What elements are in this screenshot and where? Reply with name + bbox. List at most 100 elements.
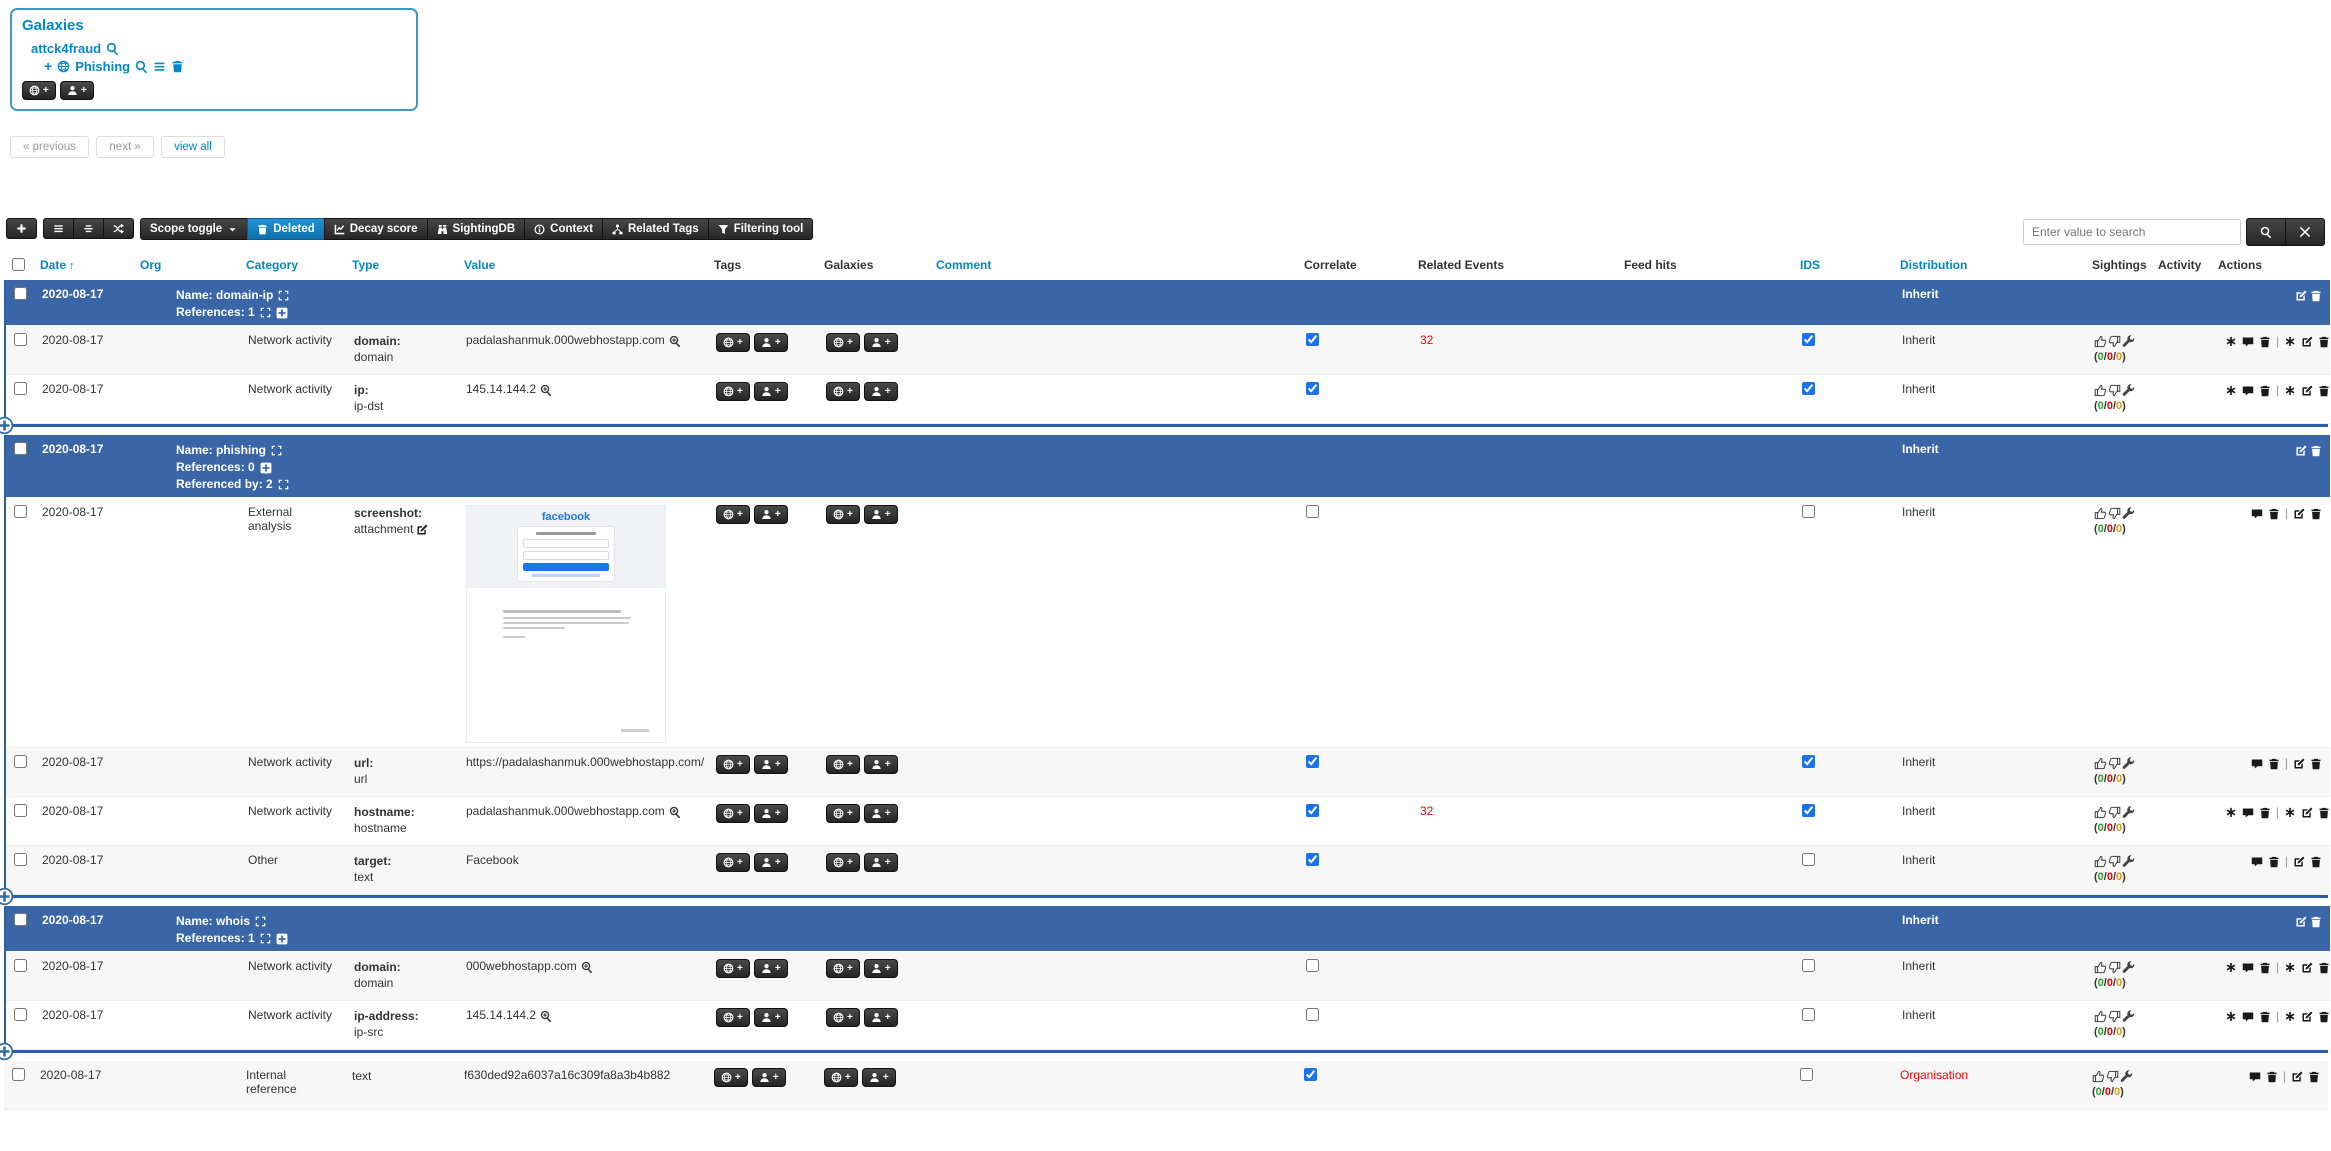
action-asterisk-icon[interactable] — [2284, 1011, 2296, 1023]
add-sighting-icon[interactable] — [2094, 806, 2107, 819]
action-asterisk-icon[interactable] — [2284, 807, 2296, 819]
add-local-galaxy-button[interactable]: + — [864, 505, 898, 524]
toolbar-context-button[interactable]: Context — [524, 218, 603, 240]
action-edit-icon[interactable] — [2301, 336, 2313, 348]
add-reference-icon[interactable] — [276, 933, 288, 945]
attribute-select-checkbox[interactable] — [12, 1068, 25, 1081]
toolbar-deleted-button[interactable]: Deleted — [247, 218, 325, 240]
value-lookup-icon[interactable] — [581, 961, 593, 973]
attribute-select-checkbox[interactable] — [14, 755, 27, 768]
add-local-galaxy-button[interactable]: + — [864, 333, 898, 352]
ids-checkbox[interactable] — [1802, 959, 1815, 972]
action-comment-icon[interactable] — [2242, 962, 2254, 974]
toolbar-add-button[interactable] — [6, 218, 37, 239]
action-edit-icon[interactable] — [2301, 385, 2313, 397]
action-delete-icon[interactable] — [2308, 1071, 2320, 1083]
add-local-tag-button[interactable]: + — [754, 333, 788, 352]
advanced-sightings-icon[interactable] — [2122, 806, 2135, 819]
add-global-galaxy-button[interactable]: + — [826, 959, 860, 978]
previous-page-button[interactable]: « previous — [10, 136, 89, 158]
ids-checkbox[interactable] — [1802, 505, 1815, 518]
attribute-select-checkbox[interactable] — [14, 1008, 27, 1021]
toolbar-shuffle-view-button[interactable] — [103, 218, 134, 239]
action-delete-icon[interactable] — [2259, 336, 2271, 348]
advanced-sightings-icon[interactable] — [2122, 335, 2135, 348]
add-local-galaxy-button[interactable]: + — [864, 853, 898, 872]
action-comment-icon[interactable] — [2251, 508, 2263, 520]
related-events[interactable]: 32 — [1420, 804, 1433, 818]
add-local-galaxy-button[interactable]: + — [864, 755, 898, 774]
action-edit-icon[interactable] — [2291, 1071, 2303, 1083]
action-edit-icon[interactable] — [2293, 758, 2305, 770]
ids-checkbox[interactable] — [1802, 804, 1815, 817]
object-edit-icon[interactable] — [2295, 290, 2307, 302]
correlate-checkbox[interactable] — [1306, 382, 1319, 395]
advanced-sightings-icon[interactable] — [2122, 1010, 2135, 1023]
object-expand-toggle[interactable] — [0, 1042, 14, 1061]
add-global-tag-button[interactable]: + — [716, 755, 750, 774]
add-global-galaxy-button[interactable]: + — [826, 1008, 860, 1027]
toolbar-scope-toggle-button[interactable]: Scope toggle — [140, 218, 248, 240]
expand-icon[interactable] — [278, 290, 289, 301]
action-delete-icon[interactable] — [2318, 336, 2330, 348]
toolbar-filtering-tool-button[interactable]: Filtering tool — [708, 218, 814, 240]
value-lookup-icon[interactable] — [669, 335, 681, 347]
add-sighting-icon[interactable] — [2094, 855, 2107, 868]
search-icon[interactable] — [135, 60, 148, 73]
value-lookup-icon[interactable] — [540, 384, 552, 396]
action-edit-icon[interactable] — [2301, 807, 2313, 819]
ids-checkbox[interactable] — [1802, 853, 1815, 866]
add-false-positive-icon[interactable] — [2108, 757, 2121, 770]
correlate-checkbox[interactable] — [1306, 755, 1319, 768]
add-global-tag-button[interactable]: + — [716, 505, 750, 524]
attribute-select-checkbox[interactable] — [14, 804, 27, 817]
object-select-checkbox[interactable] — [14, 442, 27, 455]
action-asterisk-icon[interactable] — [2225, 336, 2237, 348]
add-global-galaxy-button[interactable]: + — [826, 755, 860, 774]
action-delete-icon[interactable] — [2268, 758, 2280, 770]
advanced-sightings-icon[interactable] — [2122, 384, 2135, 397]
add-false-positive-icon[interactable] — [2108, 384, 2121, 397]
list-icon[interactable] — [153, 60, 166, 73]
add-local-tag-button[interactable]: + — [754, 505, 788, 524]
add-local-tag-button[interactable]: + — [752, 1068, 786, 1087]
column-header-ids[interactable]: IDS — [1800, 258, 1820, 272]
action-asterisk-icon[interactable] — [2225, 962, 2237, 974]
add-local-galaxy-button[interactable]: + — [864, 959, 898, 978]
action-asterisk-icon[interactable] — [2225, 385, 2237, 397]
action-asterisk-icon[interactable] — [2284, 385, 2296, 397]
search-icon[interactable] — [106, 42, 119, 55]
add-global-galaxy-button[interactable]: + — [826, 382, 860, 401]
add-local-galaxy-button[interactable]: + — [864, 804, 898, 823]
add-sighting-icon[interactable] — [2094, 757, 2107, 770]
action-delete-icon[interactable] — [2268, 856, 2280, 868]
action-comment-icon[interactable] — [2242, 1011, 2254, 1023]
toolbar-sightingdb-button[interactable]: SightingDB — [427, 218, 526, 240]
add-false-positive-icon[interactable] — [2108, 1010, 2121, 1023]
action-delete-icon[interactable] — [2310, 508, 2322, 520]
action-delete-icon[interactable] — [2318, 807, 2330, 819]
action-delete-icon[interactable] — [2310, 856, 2322, 868]
object-expand-toggle[interactable] — [0, 416, 14, 435]
toolbar-related-tags-button[interactable]: Related Tags — [602, 218, 709, 240]
ids-checkbox[interactable] — [1802, 1008, 1815, 1021]
add-reference-icon[interactable] — [260, 462, 272, 474]
add-global-galaxy-button[interactable]: + — [826, 333, 860, 352]
column-header-type[interactable]: Type — [352, 258, 379, 272]
correlate-checkbox[interactable] — [1304, 1068, 1317, 1081]
attribute-select-checkbox[interactable] — [14, 333, 27, 346]
attribute-select-checkbox[interactable] — [14, 382, 27, 395]
add-false-positive-icon[interactable] — [2106, 1070, 2119, 1083]
action-comment-icon[interactable] — [2249, 1071, 2261, 1083]
add-local-tag-button[interactable]: + — [754, 382, 788, 401]
add-sighting-icon[interactable] — [2094, 961, 2107, 974]
expand-icon[interactable] — [255, 916, 266, 927]
action-edit-icon[interactable] — [2301, 1011, 2313, 1023]
action-delete-icon[interactable] — [2268, 508, 2280, 520]
action-delete-icon[interactable] — [2318, 962, 2330, 974]
action-delete-icon[interactable] — [2259, 807, 2271, 819]
add-false-positive-icon[interactable] — [2108, 961, 2121, 974]
advanced-sightings-icon[interactable] — [2122, 757, 2135, 770]
add-sighting-icon[interactable] — [2092, 1070, 2105, 1083]
action-comment-icon[interactable] — [2242, 807, 2254, 819]
